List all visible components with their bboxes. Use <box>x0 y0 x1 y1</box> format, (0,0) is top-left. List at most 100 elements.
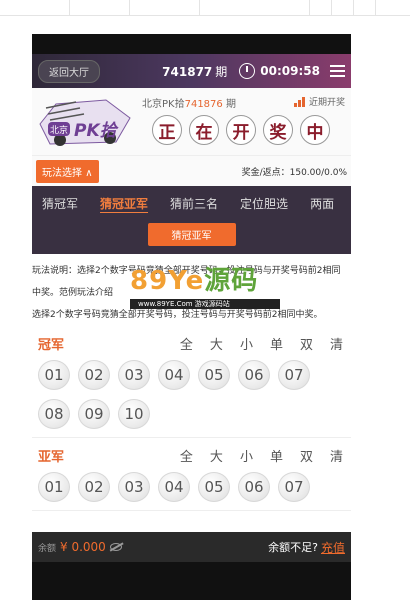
play-select-label: 玩法选择 <box>42 167 82 179</box>
balance-value: ¥ 0.000 <box>60 540 106 554</box>
number-ball[interactable]: 10 <box>118 399 150 429</box>
filter-even[interactable]: 双 <box>300 446 313 465</box>
game-name: 北京PK拾 <box>142 99 185 110</box>
last-period-number: 741876 <box>184 99 223 110</box>
filter-big[interactable]: 大 <box>210 334 223 353</box>
pk10-logo: 北京 PK拾 <box>39 99 131 146</box>
number-ball[interactable]: 09 <box>78 399 110 429</box>
filter-odd[interactable]: 单 <box>270 334 283 353</box>
recharge-link[interactable]: 充值 <box>321 539 345 556</box>
section-title: 亚军 <box>38 449 65 465</box>
tab-guess-top-two[interactable]: 猜冠亚军 <box>100 195 148 212</box>
low-balance-text: 余额不足? <box>268 541 318 554</box>
tab-position-pick[interactable]: 定位胆选 <box>240 195 288 212</box>
filter-big[interactable]: 大 <box>210 446 223 465</box>
chevron-up-icon: ∧ <box>85 167 93 179</box>
section-title: 冠军 <box>38 337 65 353</box>
number-ball[interactable]: 06 <box>238 360 270 390</box>
clock-icon <box>239 63 256 79</box>
number-ball[interactable]: 04 <box>158 360 190 390</box>
number-balls: 01 02 03 04 05 06 07 08 09 10 <box>38 356 345 437</box>
eye-hidden-icon[interactable] <box>109 543 122 551</box>
subtab-button[interactable]: 猜冠亚军 <box>147 223 236 246</box>
filter-small[interactable]: 小 <box>240 334 253 353</box>
number-ball[interactable]: 01 <box>38 472 70 502</box>
toolbar-cell <box>0 0 70 16</box>
number-ball[interactable]: 01 <box>38 360 70 390</box>
svg-text:PK拾: PK拾 <box>74 121 120 141</box>
last-period-unit: 期 <box>225 99 236 110</box>
play-type-tabs: 猜冠军 猜冠亚军 猜前三名 定位胆选 两面 <box>32 186 351 220</box>
toolbar-cell <box>70 0 130 16</box>
toolbar-cell <box>200 0 310 16</box>
countdown-timer: 00:09:58 <box>260 64 320 78</box>
number-ball[interactable]: 03 <box>118 360 150 390</box>
bar-chart-icon <box>293 96 306 107</box>
quick-filters: 全 大 小 单 双 清 <box>180 334 345 353</box>
subtab-row: 猜冠亚军 <box>32 220 351 254</box>
filter-clear[interactable]: 清 <box>330 446 343 465</box>
play-description: 玩法说明：选择2个数字号码竞猜全部开奖号码，投注号码与开奖号码前2相同 中奖。范… <box>32 254 351 326</box>
play-row: 玩法选择 ∧ 奖金/返点：150.00/0.0% <box>32 156 351 186</box>
tab-two-sides[interactable]: 两面 <box>310 195 334 212</box>
play-select-button[interactable]: 玩法选择 ∧ <box>36 159 99 183</box>
browser-toolbar-grid <box>0 0 410 16</box>
status-char: 奖 <box>263 115 293 145</box>
menu-icon[interactable] <box>330 65 345 77</box>
draw-area: 北京 PK拾 北京PK拾741876 期 近期开奖 正 在 开 奖 中 <box>32 88 351 156</box>
status-char: 正 <box>152 115 182 145</box>
quick-filters: 全 大 小 单 双 清 <box>180 446 345 465</box>
svg-text:北京: 北京 <box>50 124 68 136</box>
status-char: 中 <box>300 115 330 145</box>
back-to-lobby-button[interactable]: 返回大厅 <box>38 59 100 83</box>
period-unit: 期 <box>215 64 228 79</box>
number-balls: 01 02 03 04 05 06 07 <box>38 468 345 510</box>
number-ball[interactable]: 07 <box>278 472 310 502</box>
filter-small[interactable]: 小 <box>240 446 253 465</box>
number-ball[interactable]: 05 <box>198 360 230 390</box>
filter-odd[interactable]: 单 <box>270 446 283 465</box>
watermark-text-b: 源码 <box>204 266 259 296</box>
filter-even[interactable]: 双 <box>300 334 313 353</box>
filter-all[interactable]: 全 <box>180 446 193 465</box>
last-draw-info: 北京PK拾741876 期 <box>142 95 236 110</box>
filter-clear[interactable]: 清 <box>330 334 343 353</box>
watermark-url: www.89YE.Com 游戏源码站 <box>130 299 280 309</box>
balance-bar: 余额 ¥ 0.000 余额不足? 充值 <box>32 532 351 562</box>
number-ball[interactable]: 02 <box>78 360 110 390</box>
toolbar-cell <box>332 0 354 16</box>
section-header: 亚军 全 大 小 单 双 清 <box>38 442 345 468</box>
balance-label: 余额 <box>38 543 57 554</box>
watermark-text-a: 89Ye <box>130 266 205 296</box>
recent-results-link[interactable]: 近期开奖 <box>293 95 345 108</box>
status-bar <box>32 34 351 54</box>
number-ball[interactable]: 08 <box>38 399 70 429</box>
current-period: 741877 期 <box>162 63 227 80</box>
status-char: 在 <box>189 115 219 145</box>
number-ball[interactable]: 02 <box>78 472 110 502</box>
runner-up-section: 亚军 全 大 小 单 双 清 01 02 03 04 05 06 07 <box>32 438 351 511</box>
toolbar-cell <box>130 0 200 16</box>
tab-guess-champion[interactable]: 猜冠军 <box>42 195 78 212</box>
number-ball[interactable]: 07 <box>278 360 310 390</box>
site-watermark: 89Ye源码 www.89YE.Com 游戏源码站 <box>130 268 280 309</box>
number-ball[interactable]: 06 <box>238 472 270 502</box>
drawing-status: 正 在 开 奖 中 <box>152 115 330 145</box>
recent-results-label: 近期开奖 <box>308 98 345 108</box>
number-ball[interactable]: 05 <box>198 472 230 502</box>
tab-guess-top-three[interactable]: 猜前三名 <box>170 195 218 212</box>
toolbar-cell <box>310 0 332 16</box>
period-number: 741877 <box>162 64 213 79</box>
toolbar-cell <box>354 0 376 16</box>
mobile-app-frame: 返回大厅 741877 期 00:09:58 北京 PK拾 北京PK拾741876… <box>32 34 351 600</box>
section-header: 冠军 全 大 小 单 双 清 <box>38 330 345 356</box>
champion-section: 冠军 全 大 小 单 双 清 01 02 03 04 05 06 07 08 0… <box>32 326 351 438</box>
app-header: 返回大厅 741877 期 00:09:58 <box>32 54 351 88</box>
bottom-nav-area <box>32 562 351 600</box>
watermark-logo: 89Ye源码 <box>130 268 280 294</box>
number-ball[interactable]: 04 <box>158 472 190 502</box>
filter-all[interactable]: 全 <box>180 334 193 353</box>
odds-info: 奖金/返点：150.00/0.0% <box>241 167 347 178</box>
status-char: 开 <box>226 115 256 145</box>
number-ball[interactable]: 03 <box>118 472 150 502</box>
